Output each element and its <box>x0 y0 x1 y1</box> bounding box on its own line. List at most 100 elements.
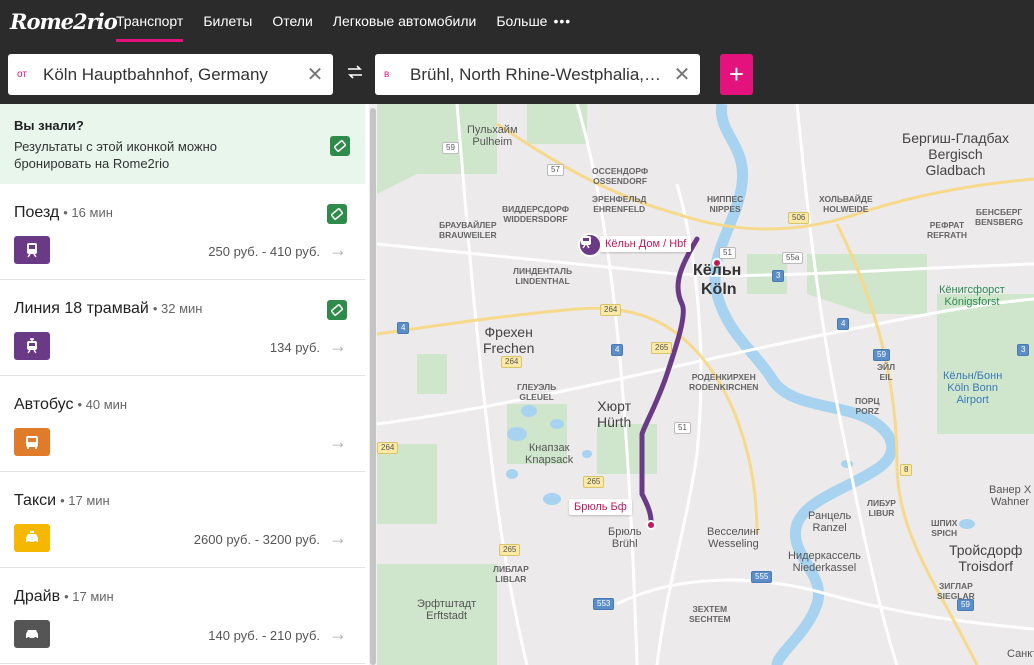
map-label-ossendorf: ОССЕНДОРФ OSSENDORF <box>592 166 649 186</box>
map-label-wahner: Ванер Х Wahner <box>989 484 1032 508</box>
road-shield: 57 <box>547 164 564 176</box>
map-label-frechen: Фрехен Frechen <box>483 324 535 356</box>
arrow-right-icon[interactable]: → <box>329 432 347 453</box>
road-shield: 3 <box>772 270 785 282</box>
road-shield: 8 <box>900 464 913 476</box>
nav-tickets[interactable]: Билеты <box>203 0 252 42</box>
map[interactable]: Кёльн Дом / Hbf Брюль Бф Пульхайм Pulheim… <box>377 104 1034 665</box>
map-label-bensberg: БЕНСБЕРГ BENSBERG <box>975 207 1024 227</box>
map-label-eil: ЭЙЛ EIL <box>877 362 896 382</box>
logo[interactable]: Rome2rio <box>10 9 118 34</box>
nav-transport[interactable]: Транспорт <box>116 0 184 42</box>
top-nav: Rome2rio Транспорт Билеты Отели Легковые… <box>0 0 1034 42</box>
road-shield: 265 <box>651 342 673 354</box>
scrollbar-thumb[interactable] <box>370 108 376 665</box>
tram-icon <box>14 332 50 360</box>
route-name: Такси • 17 мин <box>14 492 110 510</box>
route-bus[interactable]: Автобус • 40 мин → <box>0 376 365 472</box>
map-label-koeln: Köln <box>701 281 737 298</box>
from-tag: от <box>17 69 27 80</box>
to-field[interactable]: в Brühl, North Rhine-Westphalia, Germany… <box>375 54 700 95</box>
route-duration: • 16 мин <box>63 205 113 220</box>
road-shield: 264 <box>600 304 622 316</box>
train-icon <box>14 236 50 264</box>
results-scrollbar[interactable] <box>369 104 377 665</box>
arrow-right-icon[interactable]: → <box>329 528 347 549</box>
map-label-sankt: Санкт <box>1007 648 1034 660</box>
map-label-libur: ЛИБУР LIBUR <box>867 498 896 518</box>
search-bar: от Köln Hauptbahnhof, Germany ✕ в Brühl,… <box>0 42 1034 104</box>
to-input[interactable]: Brühl, North Rhine-Westphalia, Germany <box>410 65 664 85</box>
map-label-brauweiler: БРАУВАЙЛЕР BRAUWEILER <box>439 220 497 240</box>
map-label-niederkassel: Нидеркассель Niederkassel <box>788 550 861 574</box>
did-you-know-tip: Вы знали? Результаты с этой иконкой можн… <box>0 104 365 184</box>
nav-hotels[interactable]: Отели <box>272 0 312 42</box>
route-tram[interactable]: Линия 18 трамвай • 32 мин 134 руб. → <box>0 280 365 376</box>
road-shield: 553 <box>593 598 615 610</box>
route-duration: • 17 мин <box>60 493 110 508</box>
road-shield: 59 <box>442 142 459 154</box>
road-shield: 506 <box>788 212 810 224</box>
nav-more-label: Больше <box>496 13 548 29</box>
road-shield: 4 <box>837 318 850 330</box>
clear-from-icon[interactable]: ✕ <box>297 62 333 87</box>
road-shield: 264 <box>501 356 523 368</box>
route-name-text: Поезд <box>14 204 60 221</box>
map-label-pulheim: Пульхайм Pulheim <box>467 124 518 148</box>
route-name-text: Драйв <box>14 588 61 605</box>
map-label-knapsack: Кнапзак Knapsack <box>525 442 574 466</box>
arrow-right-icon[interactable]: → <box>329 336 347 357</box>
to-tag: в <box>384 69 390 80</box>
route-train[interactable]: Поезд • 16 мин 250 руб. - 410 руб. → <box>0 184 365 280</box>
map-label-koenigsforst: Кёнигсфорст Königsforst <box>939 284 1005 308</box>
map-label-wesseling: Весселинг Wesseling <box>707 526 760 550</box>
road-shield: 3 <box>1017 344 1030 356</box>
arrow-right-icon[interactable]: → <box>329 624 347 645</box>
road-shield: 265 <box>499 544 521 556</box>
route-name: Линия 18 трамвай • 32 мин <box>14 300 202 318</box>
clear-to-icon[interactable]: ✕ <box>664 62 700 87</box>
map-label-bruehl: Брюль Brühl <box>608 526 642 550</box>
route-price: 140 руб. - 210 руб. <box>208 628 320 643</box>
from-input[interactable]: Köln Hauptbahnhof, Germany <box>43 65 297 85</box>
map-label-airport: Кёльн/Бонн Köln Bonn Airport <box>943 370 1003 406</box>
from-field[interactable]: от Köln Hauptbahnhof, Germany ✕ <box>8 54 333 95</box>
station-pin-icon[interactable] <box>578 233 602 257</box>
map-label-liblar: ЛИБЛАР LIBLAR <box>493 564 529 584</box>
results-panel: Вы знали? Результаты с этой иконкой можн… <box>0 104 377 665</box>
road-shield: 59 <box>873 349 890 361</box>
route-drive[interactable]: Драйв • 17 мин 140 руб. - 210 руб. → <box>0 568 365 664</box>
route-price: 250 руб. - 410 руб. <box>208 244 320 259</box>
nav-more[interactable]: Больше ••• <box>496 0 571 42</box>
route-taxi[interactable]: Такси • 17 мин 2600 руб. - 3200 руб. → <box>0 472 365 568</box>
road-shield: 55a <box>782 252 804 264</box>
route-name: Поезд • 16 мин <box>14 204 113 222</box>
route-name: Автобус • 40 мин <box>14 396 127 414</box>
route-name-text: Линия 18 трамвай <box>14 300 149 317</box>
road-shield: 51 <box>674 422 691 434</box>
route-name: Драйв • 17 мин <box>14 588 114 606</box>
map-label-nippes: НИППЕС NIPPES <box>707 194 744 214</box>
map-label-gleuel: ГЛЕУЭЛЬ GLEUEL <box>517 382 557 402</box>
map-label-huerth: Хюрт Hürth <box>597 398 632 430</box>
map-label-bergisch: Бергиш-Гладбах Bergisch Gladbach <box>902 130 1009 178</box>
car-icon <box>14 620 50 648</box>
bus-icon <box>14 428 50 456</box>
swap-icon[interactable] <box>340 64 370 84</box>
route-duration: • 40 мин <box>77 397 128 412</box>
route-duration: • 17 мин <box>64 589 114 604</box>
station-label-from[interactable]: Кёльн Дом / Hbf <box>600 236 692 252</box>
add-destination-button[interactable]: + <box>720 54 753 95</box>
map-label-sieglar: ЗИГЛАР SIEGLAR <box>937 581 975 601</box>
route-name-text: Такси <box>14 492 57 509</box>
map-label-erftstadt: Эрфтштадт Erftstadt <box>417 598 477 622</box>
road-shield: 4 <box>611 344 624 356</box>
nav-cars[interactable]: Легковые автомобили <box>333 0 477 42</box>
station-label-to[interactable]: Брюль Бф <box>569 499 632 515</box>
map-label-rodenkirchen: РОДЕНКИРХЕН RODENKIRCHEN <box>689 372 759 392</box>
map-label-widdersdorf: ВИДДЕРСДОРФ WIDDERSDORF <box>502 204 569 224</box>
arrow-right-icon[interactable]: → <box>329 240 347 261</box>
road-shield: 51 <box>719 247 736 259</box>
map-label-refrath: РЕФРАТ REFRATH <box>927 220 967 240</box>
road-shield: 4 <box>397 322 410 334</box>
